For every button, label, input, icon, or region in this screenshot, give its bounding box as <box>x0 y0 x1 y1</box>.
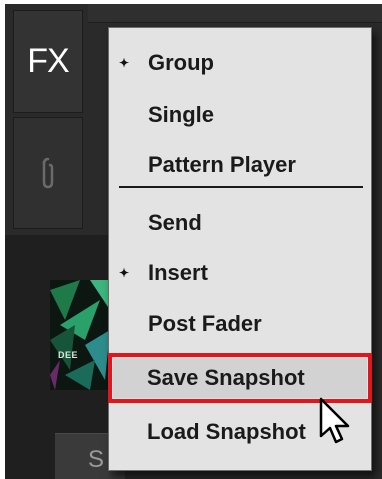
fx-button[interactable]: FX <box>13 10 83 113</box>
menu-item-send[interactable]: Send <box>109 204 371 242</box>
fx-button-label: FX <box>27 42 69 80</box>
menu-item-group[interactable]: ✦ Group <box>109 44 371 82</box>
menu-item-pattern-player[interactable]: Pattern Player <box>109 146 371 184</box>
mouse-pointer-icon <box>319 397 350 444</box>
bottom-tab-label: S <box>88 446 105 473</box>
menu-item-label: Pattern Player <box>148 152 296 177</box>
menu-item-label: Group <box>148 50 214 75</box>
artwork-image <box>50 280 110 390</box>
link-button[interactable] <box>13 117 83 229</box>
menu-item-single[interactable]: Single <box>109 96 371 134</box>
menu-item-label: Insert <box>148 260 208 285</box>
menu-item-label: Load Snapshot <box>147 419 306 444</box>
menu-item-save-snapshot[interactable]: Save Snapshot <box>108 359 370 397</box>
artwork-text: DEE <box>58 350 79 360</box>
checkmark-icon: ✦ <box>119 56 130 70</box>
menu-item-label: Save Snapshot <box>147 365 305 390</box>
menu-item-label: Single <box>148 102 215 127</box>
menu-item-label: Send <box>148 210 202 235</box>
app-window: FX DEE S ✦ Group Single Pattern Player S… <box>0 0 382 479</box>
checkmark-icon: ✦ <box>119 266 130 280</box>
menu-separator <box>119 186 363 188</box>
menu-item-label: Post Fader <box>148 311 262 336</box>
artwork-thumbnail[interactable]: DEE <box>50 280 110 390</box>
link-icon <box>42 157 54 189</box>
top-bar <box>88 4 382 23</box>
menu-item-post-fader[interactable]: Post Fader <box>109 305 371 343</box>
menu-item-insert[interactable]: ✦ Insert <box>109 254 371 292</box>
